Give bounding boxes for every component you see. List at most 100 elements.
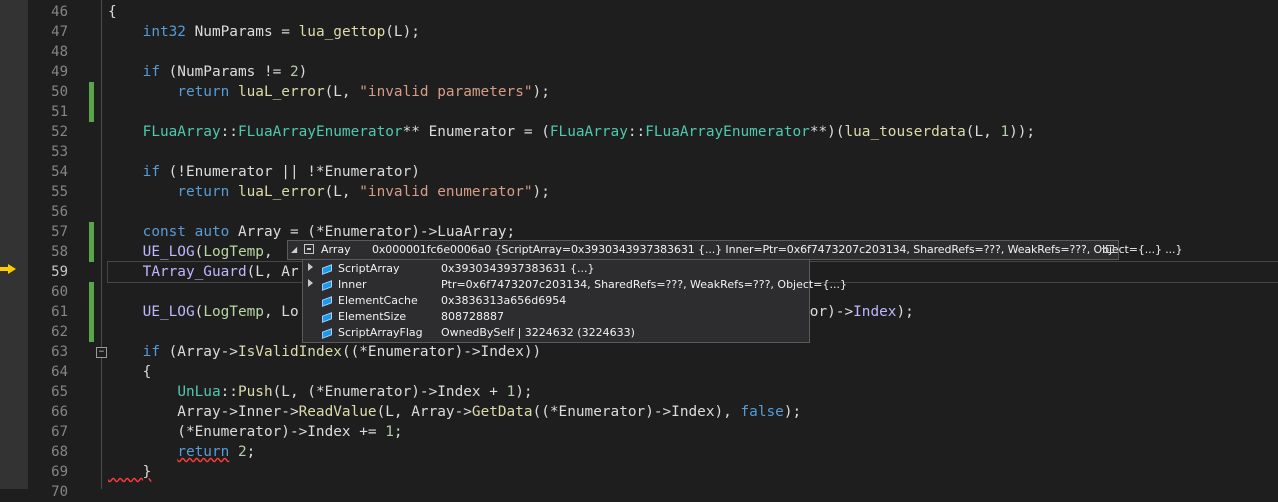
datatip-children[interactable]: ScriptArray 0x3930343937383631 {...} Inner…	[302, 259, 847, 343]
datatip-child-name: ScriptArrayFlag	[338, 326, 423, 339]
code-token: LogTemp	[203, 244, 264, 260]
code-line[interactable]: const auto Array = (*Enumerator)->LuaArr…	[108, 222, 516, 242]
code-token: ((*Enumerator)->Index),	[532, 404, 741, 420]
code-token: lua_gettop	[298, 24, 386, 40]
code-token: Array = (*Enumerator)->LuaArray;	[229, 224, 516, 240]
field-icon	[322, 328, 333, 338]
code-line[interactable]: UE_LOG(LogTemp,	[108, 242, 273, 262]
code-token: , Lo	[263, 304, 299, 320]
code-line[interactable]: FLuaArray::FLuaArrayEnumerator ** Enumera…	[108, 122, 1035, 142]
code-token: );	[896, 304, 914, 320]
code-line[interactable]: if (NumParams != 2)	[108, 62, 308, 82]
code-line[interactable]: }	[108, 462, 152, 482]
code-line[interactable]: if (Array->IsValidIndex((*Enumerator)->I…	[108, 342, 542, 362]
code-line[interactable]: UnLua::Push(L, (*Enumerator)->Index + 1)…	[108, 382, 533, 402]
field-icon	[322, 280, 333, 290]
outline-guide	[101, 0, 102, 489]
code-token: (NumParams !=	[159, 64, 290, 80]
changed-lines-marker	[89, 82, 94, 122]
code-token: ::	[220, 124, 238, 140]
datatip-variable-value[interactable]: 0x000001fc6e0006a0 {ScriptArray=0x393034…	[372, 243, 1182, 256]
datatip-child-value[interactable]: Ptr=0x6f7473207c203134, SharedRefs=???, …	[441, 278, 847, 291]
code-token: IsValidIndex	[237, 344, 342, 360]
code-token: (L, Ar	[246, 264, 299, 280]
code-token: lua_touserdata	[844, 124, 966, 140]
code-line[interactable]: if (!Enumerator || !*Enumerator)	[108, 162, 420, 182]
datatip-child-value[interactable]: 808728887	[441, 310, 504, 323]
code-token: ::	[220, 384, 238, 400]
code-token: (L, (*Enumerator)->Index +	[272, 384, 507, 400]
datatip-child-value[interactable]: 0x3930343937383631 {...}	[441, 262, 594, 275]
code-line[interactable]: {	[108, 2, 117, 22]
datatip-child-name: ElementCache	[338, 294, 418, 307]
datatip-child-row[interactable]: ScriptArray 0x3930343937383631 {...}	[303, 261, 809, 277]
code-token: 1	[385, 424, 394, 440]
code-token: UE_LOG	[142, 244, 195, 260]
code-token: TArray_Guard	[142, 264, 247, 280]
datatip-child-row[interactable]: ScriptArrayFlag OwnedBySelf | 3224632 (32…	[303, 325, 809, 341]
variable-icon	[304, 244, 314, 254]
collapse-icon[interactable]: −	[96, 347, 107, 358]
code-line[interactable]: return luaL_error(L, "invalid parameters…	[108, 82, 550, 102]
code-token: {	[108, 364, 152, 380]
code-token: 2	[289, 64, 299, 80]
code-token: (	[194, 304, 204, 320]
code-token: Push	[237, 384, 273, 400]
code-token: 1	[506, 384, 516, 400]
expand-arrow-icon[interactable]: ◢	[291, 245, 297, 254]
code-token: int32	[142, 24, 186, 40]
datatip-child-row[interactable]: ElementCache 0x3836313a656d6954	[303, 293, 809, 309]
code-line[interactable]: int32 NumParams = lua_gettop(L);	[108, 22, 420, 42]
code-token: (L, Array->	[376, 404, 472, 420]
field-icon	[322, 296, 333, 306]
code-token: FLuaArray	[142, 124, 221, 140]
code-token: (*Enumerator)->Index +=	[108, 424, 386, 440]
field-icon	[322, 312, 333, 322]
code-line[interactable]: {	[108, 362, 152, 382]
code-token: ** Enumerator = (	[402, 124, 550, 140]
datatip-child-row[interactable]: ElementSize 808728887	[303, 309, 809, 325]
code-token: return	[177, 184, 230, 200]
code-token: if	[142, 64, 160, 80]
code-line[interactable]: (*Enumerator)->Index += 1;	[108, 422, 403, 442]
code-token: (!Enumerator || !*Enumerator)	[159, 164, 420, 180]
code-line[interactable]: return 2;	[108, 442, 255, 462]
code-token: "invalid enumerator"	[359, 184, 533, 200]
datatip-child-name: Inner	[338, 278, 367, 291]
code-token: FLuaArray	[549, 124, 628, 140]
datatip[interactable]: ◢ Array 0x000001fc6e0006a0 {ScriptArray=…	[287, 240, 1182, 260]
code-token: luaL_error	[237, 84, 325, 100]
code-token: ;	[393, 424, 403, 440]
expand-arrow-icon[interactable]	[308, 279, 313, 287]
code-token: Index	[853, 304, 897, 320]
code-token: }	[108, 464, 152, 480]
datatip-child-row[interactable]: Inner Ptr=0x6f7473207c203134, SharedRefs=…	[303, 277, 847, 293]
field-icon	[322, 264, 333, 274]
code-line[interactable]: return luaL_error(L, "invalid enumerator…	[108, 182, 550, 202]
code-token: Array->Inner->	[108, 404, 299, 420]
code-line[interactable]: Array->Inner->ReadValue(L, Array->GetDat…	[108, 402, 801, 422]
datatip-child-value[interactable]: 0x3836313a656d6954	[441, 294, 566, 307]
expand-arrow-icon[interactable]	[308, 263, 313, 271]
code-token: );	[515, 384, 533, 400]
code-token: ));	[1009, 124, 1036, 140]
code-token: FLuaArrayEnumerator	[645, 124, 810, 140]
pin-icon[interactable]	[1102, 244, 1114, 254]
code-token: (	[194, 244, 204, 260]
code-token: (L,	[324, 84, 360, 100]
datatip-child-value[interactable]: OwnedBySelf | 3224632 (3224633)	[441, 326, 635, 339]
changed-lines-marker	[89, 282, 94, 342]
code-token: 1	[1000, 124, 1010, 140]
